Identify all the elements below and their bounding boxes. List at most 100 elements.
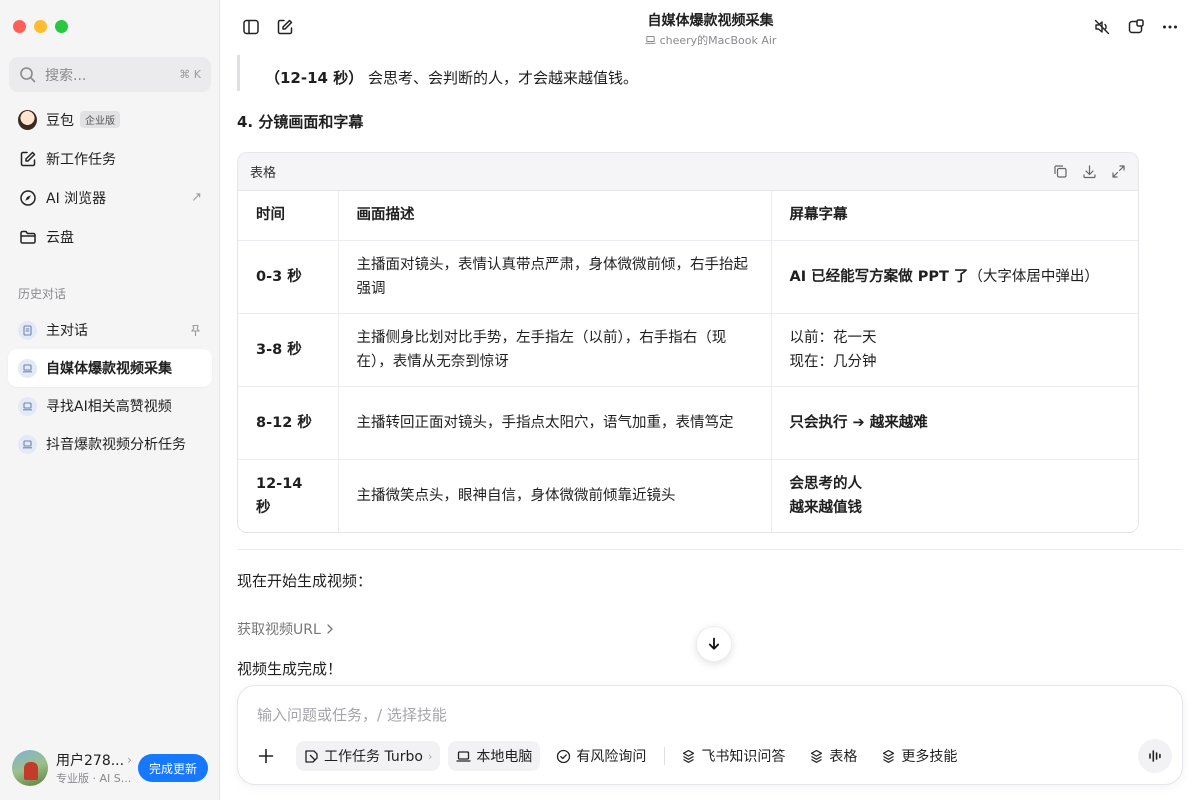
sidebar-item-label: AI 浏览器 bbox=[46, 190, 107, 207]
history-item-label: 主对话 bbox=[46, 323, 88, 339]
doubao-avatar-icon bbox=[18, 109, 37, 130]
user-bar: 用户278... › 专业版 · AI S... 完成更新 bbox=[0, 736, 220, 800]
sidebar-item-ai-browser[interactable]: AI 浏览器 ↗ bbox=[8, 178, 212, 217]
skill-stack-icon bbox=[809, 749, 824, 764]
voice-input-button[interactable] bbox=[1138, 739, 1172, 773]
cell-subtitle: 以前：花一天 现在：几分钟 bbox=[771, 313, 1138, 387]
scroll-to-bottom-button[interactable] bbox=[696, 626, 732, 662]
window-controls bbox=[13, 20, 68, 33]
history-item-active[interactable]: 自媒体爆款视频采集 bbox=[8, 349, 212, 387]
page-title: 自媒体爆款视频采集 bbox=[647, 13, 774, 29]
expand-icon[interactable] bbox=[1111, 164, 1126, 179]
window-switch-icon[interactable] bbox=[1126, 17, 1146, 37]
history-item-label: 抖音爆款视频分析任务 bbox=[46, 437, 186, 453]
search-icon bbox=[19, 66, 37, 84]
chevron-right-icon: › bbox=[427, 749, 433, 763]
device-label: cheery的MacBook Air bbox=[221, 32, 1200, 48]
column-header: 时间 bbox=[238, 191, 339, 241]
history-list: 主对话 自媒体爆款视频采集 寻找AI相关高赞视频 抖音爆款视频分析任务 bbox=[8, 311, 212, 463]
laptop-icon bbox=[456, 749, 472, 764]
device-name: cheery的MacBook Air bbox=[659, 34, 777, 47]
chevron-right-icon bbox=[325, 623, 335, 635]
maximize-window-button[interactable] bbox=[55, 20, 68, 33]
column-header: 屏幕字幕 bbox=[771, 191, 1138, 241]
waveform-icon bbox=[1147, 748, 1163, 764]
mode-selector-chip[interactable]: 工作任务 Turbo › bbox=[296, 741, 441, 771]
sidebar-item-doubao[interactable]: 豆包 企业版 bbox=[8, 100, 212, 139]
more-icon[interactable] bbox=[1160, 17, 1180, 37]
sidebar-item-label: 新工作任务 bbox=[46, 151, 116, 168]
storyboard-table: 表格 时间 画面描述 屏幕字幕 0-3 秒 主播面对镜头，表情认真带点严肃，身体… bbox=[237, 152, 1139, 533]
cell-time: 3-8 秒 bbox=[238, 313, 339, 387]
table-row: 0-3 秒 主播面对镜头，表情认真带点严肃，身体微微前倾，右手抬起强调 AI 已… bbox=[238, 240, 1138, 314]
cell-desc: 主播侧身比划对比手势，左手指左（以前），右手指右（现在），表情从无奈到惊讶 bbox=[338, 313, 772, 387]
history-item[interactable]: 抖音爆款视频分析任务 bbox=[8, 425, 212, 463]
laptop-icon bbox=[18, 358, 37, 378]
pin-icon[interactable] bbox=[189, 324, 202, 337]
history-item-label: 寻找AI相关高赞视频 bbox=[46, 399, 172, 415]
message-text: 现在开始生成视频： bbox=[237, 572, 373, 590]
skill-chip[interactable]: 表格 bbox=[801, 741, 865, 771]
laptop-icon bbox=[18, 434, 37, 454]
local-computer-chip[interactable]: 本地电脑 bbox=[448, 741, 541, 771]
table-row: 8-12 秒 主播转回正面对镜头，手指点太阳穴，语气加重，表情笃定 只会执行 ➔… bbox=[238, 386, 1138, 460]
sidebar-nav: 豆包 企业版 新工作任务 AI 浏览器 ↗ 云盘 bbox=[8, 100, 212, 256]
skill-chip[interactable]: 飞书知识问答 bbox=[673, 741, 793, 771]
quote-bar bbox=[237, 55, 240, 91]
top-bar: 自媒体爆款视频采集 cheery的MacBook Air bbox=[221, 0, 1200, 55]
history-item-main[interactable]: 主对话 bbox=[8, 311, 212, 349]
compass-icon bbox=[18, 188, 37, 207]
more-skills-chip[interactable]: 更多技能 bbox=[873, 741, 965, 771]
sidebar-item-cloud-drive[interactable]: 云盘 bbox=[8, 217, 212, 256]
skill-stack-icon bbox=[881, 749, 896, 764]
tool-call-link[interactable]: 获取视频URL bbox=[237, 619, 335, 639]
user-info[interactable]: 用户278... › 专业版 · AI S... bbox=[56, 750, 136, 786]
table-title: 表格 bbox=[250, 166, 277, 181]
history-item[interactable]: 寻找AI相关高赞视频 bbox=[8, 387, 212, 425]
search-shortcut: ⌘ K bbox=[179, 68, 201, 81]
edit-icon bbox=[18, 149, 37, 168]
check-circle-icon bbox=[556, 749, 571, 764]
cell-time: 8-12 秒 bbox=[238, 386, 339, 460]
divider bbox=[237, 549, 1182, 550]
cell-subtitle: AI 已经能写方案做 PPT 了（大字体居中弹出） bbox=[771, 240, 1138, 314]
message-composer[interactable]: 输入问题或任务，/ 选择技能 工作任务 Turbo › 本地电脑 有风险询问 飞… bbox=[237, 685, 1183, 785]
cell-subtitle: 只会执行 ➔ 越来越难 bbox=[771, 386, 1138, 460]
user-plan: 专业版 · AI S... bbox=[56, 772, 132, 785]
add-attachment-button[interactable] bbox=[250, 740, 282, 772]
chevron-right-icon: › bbox=[127, 753, 132, 767]
message-text: 视频生成完成！ bbox=[237, 660, 343, 678]
cell-time: 12-14 秒 bbox=[238, 459, 339, 532]
skill-stack-icon bbox=[681, 749, 696, 764]
column-header: 画面描述 bbox=[338, 191, 772, 241]
search-placeholder: 搜索... bbox=[45, 67, 87, 84]
search-input[interactable]: 搜索... ⌘ K bbox=[9, 57, 211, 92]
app-window: 搜索... ⌘ K 豆包 企业版 新工作任务 AI 浏览器 ↗ 云盘 历史对话 … bbox=[0, 0, 1200, 800]
close-window-button[interactable] bbox=[13, 20, 26, 33]
cell-subtitle: 会思考的人 越来越值钱 bbox=[789, 475, 863, 516]
user-name: 用户278... bbox=[56, 753, 125, 769]
copy-icon[interactable] bbox=[1053, 164, 1068, 179]
arrow-down-icon bbox=[706, 636, 722, 652]
laptop-icon bbox=[18, 396, 37, 416]
update-button[interactable]: 完成更新 bbox=[137, 754, 208, 782]
sidebar-item-label: 云盘 bbox=[46, 229, 74, 246]
download-icon[interactable] bbox=[1082, 164, 1097, 179]
composer-input[interactable]: 输入问题或任务，/ 选择技能 bbox=[257, 704, 447, 725]
avatar[interactable] bbox=[12, 750, 48, 786]
mute-icon[interactable] bbox=[1092, 17, 1112, 37]
sidebar-item-label: 豆包 bbox=[46, 112, 74, 129]
cell-desc: 主播面对镜头，表情认真带点严肃，身体微微前倾，右手抬起强调 bbox=[338, 240, 772, 314]
quote-line: （12-14 秒） 会思考、会判断的人，才会越来越值钱。 bbox=[265, 69, 638, 87]
sidebar: 搜索... ⌘ K 豆包 企业版 新工作任务 AI 浏览器 ↗ 云盘 历史对话 … bbox=[0, 0, 220, 800]
sidebar-item-new-task[interactable]: 新工作任务 bbox=[8, 139, 212, 178]
data-table: 时间 画面描述 屏幕字幕 0-3 秒 主播面对镜头，表情认真带点严肃，身体微微前… bbox=[238, 191, 1138, 532]
cell-desc: 主播转回正面对镜头，手指点太阳穴，语气加重，表情笃定 bbox=[338, 386, 772, 460]
cell-time: 0-3 秒 bbox=[238, 240, 339, 314]
external-link-icon: ↗ bbox=[191, 190, 202, 205]
folder-icon bbox=[18, 227, 37, 246]
risk-confirm-chip[interactable]: 有风险询问 bbox=[548, 741, 654, 771]
minimize-window-button[interactable] bbox=[34, 20, 47, 33]
table-row: 12-14 秒 主播微笑点头，眼神自信，身体微微前倾靠近镜头 会思考的人 越来越值… bbox=[238, 459, 1138, 532]
composer-toolbar: 工作任务 Turbo › 本地电脑 有风险询问 飞书知识问答 表格 更多技能 bbox=[250, 739, 1172, 773]
